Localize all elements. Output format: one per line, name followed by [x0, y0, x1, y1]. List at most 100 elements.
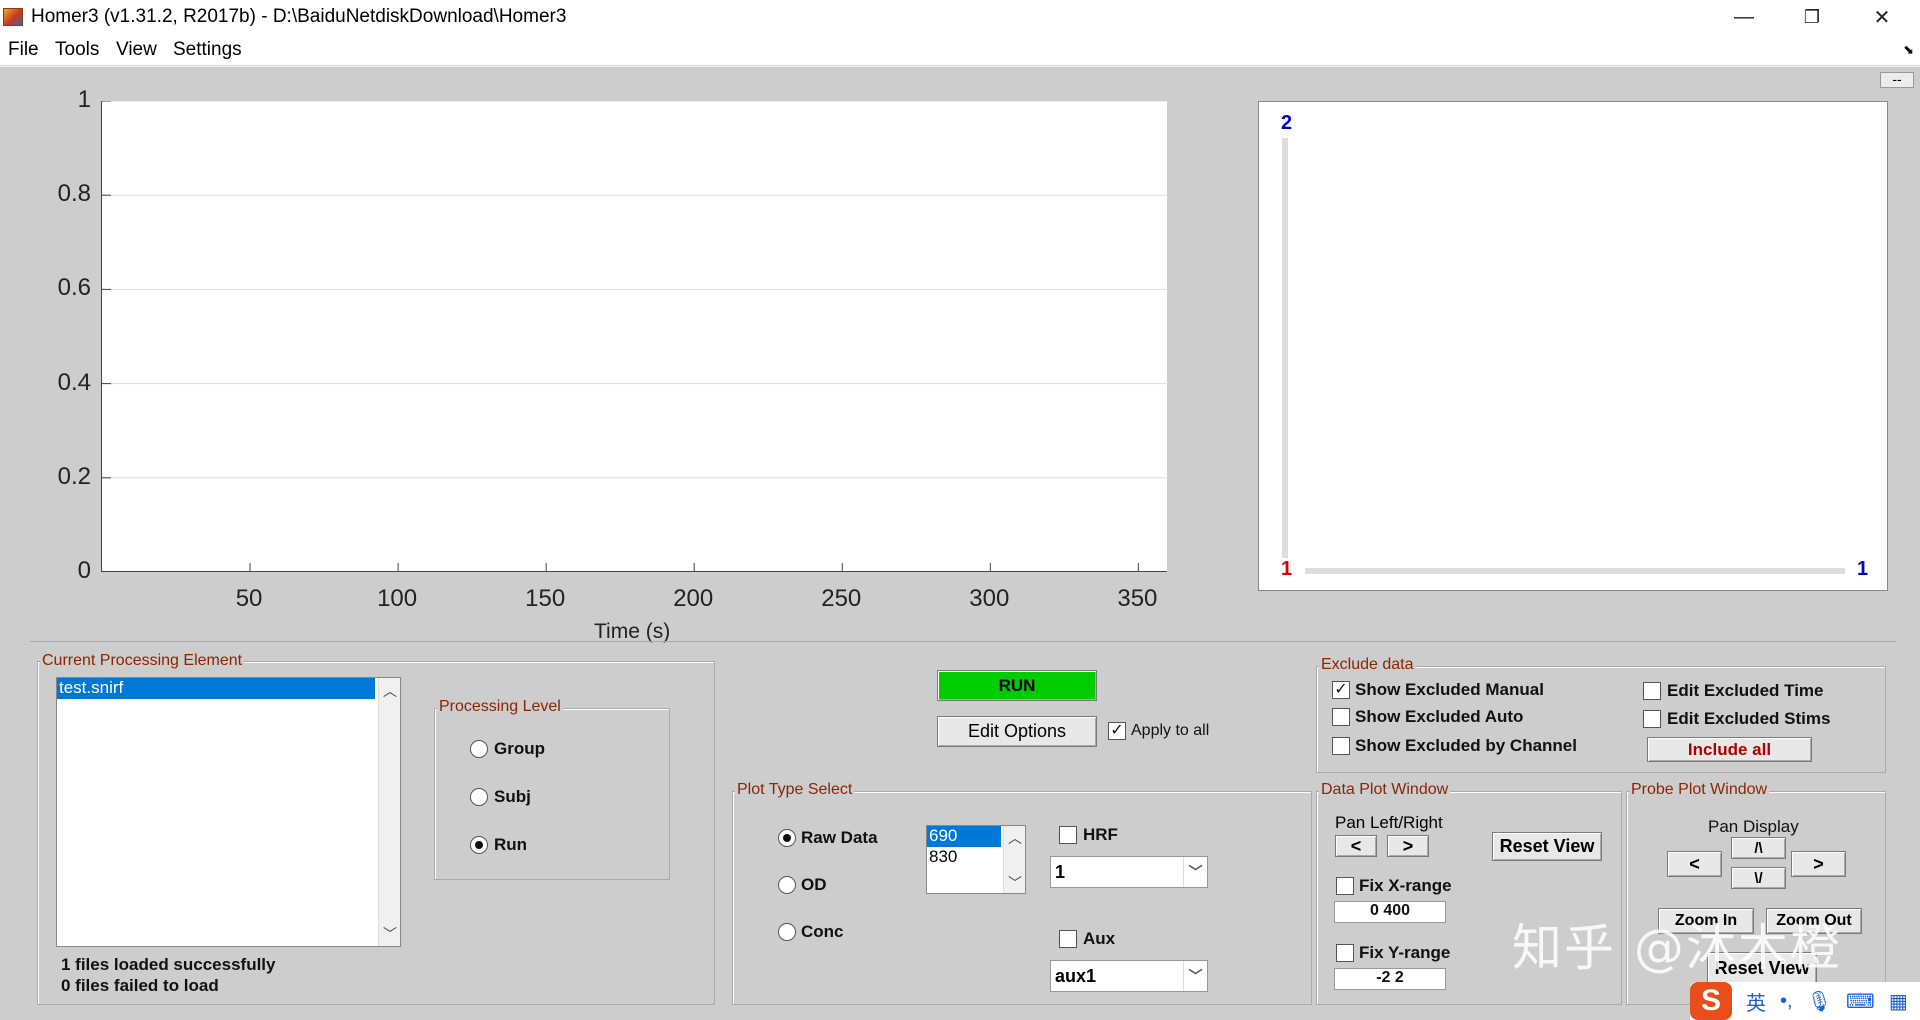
radio-group-label: Group	[494, 739, 545, 758]
aux-checkbox[interactable]	[1059, 930, 1077, 948]
microphone-icon[interactable]: 🎙	[1807, 989, 1832, 1014]
aux-select[interactable]: aux1 ﹀	[1050, 960, 1208, 992]
probe-y-axis-line	[1282, 138, 1288, 558]
probe-y-top-label: 2	[1281, 112, 1293, 134]
scroll-up-icon[interactable]: ︿	[379, 681, 400, 701]
ime-toolbar[interactable]: S 英 •, 🎙 ⌨ ▦	[1690, 982, 1920, 1020]
menu-view[interactable]: View	[116, 39, 157, 61]
probe-pan-right-button[interactable]: >	[1791, 851, 1846, 877]
wavelength-item-690[interactable]: 690	[927, 826, 1001, 847]
show-excluded-by-channel-checkbox[interactable]	[1332, 737, 1350, 755]
probe-plot-window-title: Probe Plot Window	[1629, 781, 1770, 799]
include-all-button[interactable]: Include all	[1647, 737, 1812, 762]
radio-subj-label: Subj	[494, 787, 531, 806]
fix-y-range-label: Fix Y-range	[1359, 943, 1451, 962]
x-tick-label: 250	[821, 585, 862, 612]
show-excluded-manual-label: Show Excluded Manual	[1355, 680, 1544, 699]
apply-to-all-label: Apply to all	[1131, 722, 1210, 739]
exclude-data-title: Exclude data	[1319, 656, 1416, 674]
x-tick-label: 200	[673, 585, 714, 612]
hrf-select[interactable]: 1 ﹀	[1050, 856, 1208, 888]
toolbar-toggle-icon[interactable]: ⬊	[1903, 42, 1914, 58]
radio-run[interactable]	[470, 836, 488, 854]
radio-group[interactable]	[470, 740, 488, 758]
probe-pan-left-button[interactable]: <	[1667, 851, 1722, 877]
probe-plot-axes[interactable]: 2 1 1	[1258, 101, 1888, 591]
scroll-down-icon[interactable]: ﹀	[379, 924, 400, 944]
plot-type-title: Plot Type Select	[735, 781, 855, 799]
watermark-text: 知乎 @沐木橙	[1512, 919, 1842, 977]
scroll-down-icon[interactable]: ﹀	[1004, 873, 1025, 893]
matlab-app-icon	[3, 8, 23, 26]
menu-tools[interactable]: Tools	[55, 39, 99, 61]
show-excluded-manual-checkbox[interactable]: ✓	[1332, 681, 1350, 699]
radio-subj[interactable]	[470, 788, 488, 806]
fix-x-range-label: Fix X-range	[1359, 876, 1452, 895]
hrf-label: HRF	[1083, 825, 1118, 844]
current-processing-title: Current Processing Element	[40, 652, 245, 670]
x-tick-label: 50	[235, 585, 263, 612]
chevron-down-icon: ﹀	[1183, 857, 1207, 887]
files-failed-status: 0 files failed to load	[61, 976, 219, 995]
menu-settings[interactable]: Settings	[173, 39, 242, 61]
edit-excluded-time-checkbox[interactable]	[1643, 682, 1661, 700]
probe-pan-up-button[interactable]: /\	[1731, 837, 1786, 859]
show-excluded-auto-label: Show Excluded Auto	[1355, 707, 1524, 726]
data-reset-view-button[interactable]: Reset View	[1492, 832, 1602, 861]
data-plot-window-title: Data Plot Window	[1319, 781, 1451, 799]
radio-conc[interactable]	[778, 923, 796, 941]
sogou-logo-icon[interactable]: S	[1690, 982, 1732, 1020]
probe-x-axis-line	[1305, 568, 1845, 574]
menu-file[interactable]: File	[8, 39, 39, 61]
y-range-input[interactable]: -2 2	[1334, 968, 1446, 990]
show-excluded-by-channel-label: Show Excluded by Channel	[1355, 736, 1577, 755]
divider	[30, 641, 1896, 642]
run-button[interactable]: RUN	[937, 670, 1097, 701]
edit-options-button[interactable]: Edit Options	[937, 716, 1097, 747]
x-tick-label: 150	[525, 585, 566, 612]
keyboard-icon[interactable]: ⌨	[1846, 989, 1875, 1014]
wavelength-scrollbar[interactable]: ︿ ﹀	[1003, 826, 1025, 893]
fix-y-range-checkbox[interactable]	[1336, 944, 1354, 962]
close-button[interactable]: ✕	[1854, 0, 1910, 34]
radio-raw-data[interactable]	[778, 829, 796, 847]
probe-pan-down-button[interactable]: \/	[1731, 867, 1786, 889]
hrf-checkbox[interactable]	[1059, 826, 1077, 844]
files-loaded-status: 1 files loaded successfully	[61, 955, 276, 974]
y-tick-label: 0.6	[57, 274, 91, 302]
data-plot-axes[interactable]	[101, 101, 1168, 572]
pan-display-label: Pan Display	[1708, 817, 1799, 836]
edit-excluded-time-label: Edit Excluded Time	[1667, 681, 1824, 700]
file-list-item[interactable]: test.snirf	[57, 678, 375, 699]
edit-excluded-stims-label: Edit Excluded Stims	[1667, 709, 1831, 728]
probe-x-right-label: 1	[1857, 558, 1869, 580]
collapse-button[interactable]: --	[1880, 72, 1914, 88]
window-title: Homer3 (v1.31.2, R2017b) - D:\BaiduNetdi…	[31, 6, 567, 27]
radio-conc-label: Conc	[801, 922, 844, 941]
file-listbox[interactable]: test.snirf ︿ ﹀	[56, 677, 401, 947]
radio-od[interactable]	[778, 876, 796, 894]
pan-right-button[interactable]: >	[1387, 835, 1429, 857]
pan-left-button[interactable]: <	[1335, 835, 1377, 857]
hrf-select-value: 1	[1055, 862, 1066, 882]
grid-menu-icon[interactable]: ▦	[1889, 989, 1908, 1014]
wavelength-listbox[interactable]: 690 830 ︿ ﹀	[926, 825, 1026, 894]
fix-x-range-checkbox[interactable]	[1336, 877, 1354, 895]
y-tick-label: 0	[77, 557, 91, 584]
x-range-input[interactable]: 0 400	[1334, 901, 1446, 923]
edit-excluded-stims-checkbox[interactable]	[1643, 710, 1661, 728]
menu-bar: File Tools View Settings ⬊	[0, 34, 1920, 66]
x-tick-label: 350	[1117, 585, 1158, 612]
y-tick-label: 0.2	[57, 462, 91, 490]
title-bar: Homer3 (v1.31.2, R2017b) - D:\BaiduNetdi…	[0, 0, 1920, 34]
apply-to-all-checkbox[interactable]: ✓	[1108, 722, 1126, 740]
restore-button[interactable]: ❐	[1784, 0, 1840, 34]
file-list-scrollbar[interactable]: ︿ ﹀	[378, 678, 400, 946]
ime-language-toggle[interactable]: 英	[1746, 987, 1766, 1016]
processing-level-title: Processing Level	[437, 698, 563, 716]
ime-punctuation-toggle[interactable]: •,	[1780, 990, 1793, 1013]
aux-select-value: aux1	[1055, 966, 1097, 986]
scroll-up-icon[interactable]: ︿	[1004, 828, 1025, 848]
show-excluded-auto-checkbox[interactable]	[1332, 708, 1350, 726]
minimize-button[interactable]: —	[1716, 0, 1772, 34]
